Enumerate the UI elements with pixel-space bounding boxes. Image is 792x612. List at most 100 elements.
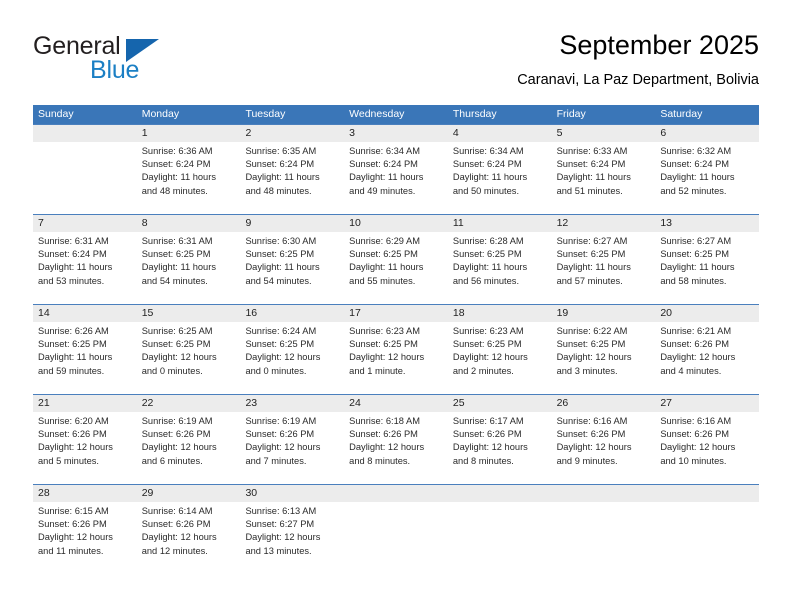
day-number[interactable] [33, 125, 137, 142]
daylight-text-line2: and 54 minutes. [141, 275, 208, 286]
day-cell[interactable]: Sunrise: 6:25 AM Sunset: 6:25 PM Dayligh… [137, 322, 241, 394]
day-number[interactable]: 21 [33, 395, 137, 412]
daylight-text-line2: and 57 minutes. [556, 275, 623, 286]
daylight-text-line1: Daylight: 11 hours [660, 172, 735, 183]
day-number[interactable] [448, 485, 552, 502]
day-cell[interactable]: Sunrise: 6:28 AM Sunset: 6:25 PM Dayligh… [448, 232, 552, 304]
day-number[interactable]: 17 [344, 305, 448, 322]
day-cell[interactable]: Sunrise: 6:17 AM Sunset: 6:26 PM Dayligh… [448, 412, 552, 484]
day-number[interactable]: 22 [137, 395, 241, 412]
sunset-text: Sunset: 6:26 PM [245, 429, 315, 440]
day-number[interactable]: 20 [655, 305, 759, 322]
day-number[interactable] [344, 485, 448, 502]
day-number[interactable]: 28 [33, 485, 137, 502]
day-cell[interactable]: Sunrise: 6:19 AM Sunset: 6:26 PM Dayligh… [137, 412, 241, 484]
day-cell[interactable]: Sunrise: 6:29 AM Sunset: 6:25 PM Dayligh… [344, 232, 448, 304]
day-number[interactable]: 30 [240, 485, 344, 502]
day-number[interactable]: 7 [33, 215, 137, 232]
sunrise-text: Sunrise: 6:23 AM [452, 326, 524, 336]
day-number[interactable]: 1 [137, 125, 241, 142]
day-cell[interactable] [655, 502, 759, 574]
daylight-text-line2: and 50 minutes. [452, 185, 520, 196]
calendar-page: General Blue September 2025 Caranavi, La… [0, 0, 792, 612]
day-number[interactable]: 8 [137, 215, 241, 232]
sunrise-text: Sunrise: 6:20 AM [38, 416, 109, 426]
day-cell[interactable]: Sunrise: 6:34 AM Sunset: 6:24 PM Dayligh… [344, 142, 448, 214]
day-number[interactable]: 13 [655, 215, 759, 232]
day-number[interactable]: 23 [240, 395, 344, 412]
day-number[interactable]: 3 [344, 125, 448, 142]
daylight-text-line2: and 4 minutes. [660, 365, 722, 376]
day-number[interactable]: 29 [137, 485, 241, 502]
sunset-text: Sunset: 6:25 PM [141, 249, 211, 260]
week-detail-row: Sunrise: 6:31 AM Sunset: 6:24 PM Dayligh… [33, 232, 759, 304]
sunrise-text: Sunrise: 6:18 AM [349, 416, 420, 426]
sunrise-text: Sunrise: 6:29 AM [349, 236, 420, 246]
day-cell[interactable] [344, 502, 448, 574]
day-number[interactable]: 12 [552, 215, 656, 232]
daylight-text-line2: and 2 minutes. [452, 365, 514, 376]
day-cell[interactable] [33, 142, 137, 214]
daylight-text-line2: and 56 minutes. [452, 275, 520, 286]
day-cell[interactable]: Sunrise: 6:32 AM Sunset: 6:24 PM Dayligh… [655, 142, 759, 214]
daylight-text-line1: Daylight: 12 hours [452, 352, 528, 363]
day-number[interactable]: 25 [448, 395, 552, 412]
day-cell[interactable]: Sunrise: 6:33 AM Sunset: 6:24 PM Dayligh… [552, 142, 656, 214]
day-cell[interactable]: Sunrise: 6:18 AM Sunset: 6:26 PM Dayligh… [344, 412, 448, 484]
day-number[interactable]: 26 [552, 395, 656, 412]
day-cell[interactable]: Sunrise: 6:14 AM Sunset: 6:26 PM Dayligh… [137, 502, 241, 574]
day-number[interactable] [655, 485, 759, 502]
day-cell[interactable]: Sunrise: 6:19 AM Sunset: 6:26 PM Dayligh… [240, 412, 344, 484]
day-cell[interactable]: Sunrise: 6:27 AM Sunset: 6:25 PM Dayligh… [552, 232, 656, 304]
page-subtitle: Caranavi, La Paz Department, Bolivia [517, 72, 759, 88]
day-number[interactable] [552, 485, 656, 502]
day-number[interactable]: 5 [552, 125, 656, 142]
day-number[interactable]: 6 [655, 125, 759, 142]
day-cell[interactable] [552, 502, 656, 574]
day-cell[interactable] [448, 502, 552, 574]
day-cell[interactable]: Sunrise: 6:36 AM Sunset: 6:24 PM Dayligh… [137, 142, 241, 214]
day-cell[interactable]: Sunrise: 6:24 AM Sunset: 6:25 PM Dayligh… [240, 322, 344, 394]
day-cell[interactable]: Sunrise: 6:20 AM Sunset: 6:26 PM Dayligh… [33, 412, 137, 484]
day-number[interactable]: 19 [552, 305, 656, 322]
generalblue-logo[interactable]: General Blue [33, 32, 213, 88]
day-cell[interactable]: Sunrise: 6:31 AM Sunset: 6:25 PM Dayligh… [137, 232, 241, 304]
day-number[interactable]: 2 [240, 125, 344, 142]
day-cell[interactable]: Sunrise: 6:23 AM Sunset: 6:25 PM Dayligh… [448, 322, 552, 394]
day-cell[interactable]: Sunrise: 6:22 AM Sunset: 6:25 PM Dayligh… [552, 322, 656, 394]
day-cell[interactable]: Sunrise: 6:34 AM Sunset: 6:24 PM Dayligh… [448, 142, 552, 214]
day-cell[interactable]: Sunrise: 6:26 AM Sunset: 6:25 PM Dayligh… [33, 322, 137, 394]
day-number[interactable]: 14 [33, 305, 137, 322]
day-number[interactable]: 24 [344, 395, 448, 412]
sunset-text: Sunset: 6:26 PM [660, 429, 730, 440]
day-number[interactable]: 27 [655, 395, 759, 412]
weekday-wednesday: Wednesday [349, 108, 405, 120]
daylight-text-line1: Daylight: 12 hours [452, 442, 528, 453]
day-cell[interactable]: Sunrise: 6:23 AM Sunset: 6:25 PM Dayligh… [344, 322, 448, 394]
day-number[interactable]: 18 [448, 305, 552, 322]
sunset-text: Sunset: 6:25 PM [556, 249, 626, 260]
day-cell[interactable]: Sunrise: 6:27 AM Sunset: 6:25 PM Dayligh… [655, 232, 759, 304]
day-cell[interactable]: Sunrise: 6:13 AM Sunset: 6:27 PM Dayligh… [240, 502, 344, 574]
weekday-sunday: Sunday [38, 108, 74, 120]
daylight-text-line1: Daylight: 11 hours [141, 172, 216, 183]
daylight-text-line2: and 51 minutes. [556, 185, 623, 196]
weekday-friday: Friday [556, 108, 586, 120]
day-cell[interactable]: Sunrise: 6:21 AM Sunset: 6:26 PM Dayligh… [655, 322, 759, 394]
day-number[interactable]: 10 [344, 215, 448, 232]
sunset-text: Sunset: 6:25 PM [660, 249, 730, 260]
day-cell[interactable]: Sunrise: 6:30 AM Sunset: 6:25 PM Dayligh… [240, 232, 344, 304]
weekday-tuesday: Tuesday [245, 108, 286, 120]
day-number[interactable]: 16 [240, 305, 344, 322]
daylight-text-line2: and 13 minutes. [245, 545, 312, 556]
day-number[interactable]: 9 [240, 215, 344, 232]
day-cell[interactable]: Sunrise: 6:15 AM Sunset: 6:26 PM Dayligh… [33, 502, 137, 574]
day-cell[interactable]: Sunrise: 6:31 AM Sunset: 6:24 PM Dayligh… [33, 232, 137, 304]
day-cell[interactable]: Sunrise: 6:35 AM Sunset: 6:24 PM Dayligh… [240, 142, 344, 214]
day-number[interactable]: 4 [448, 125, 552, 142]
day-cell[interactable]: Sunrise: 6:16 AM Sunset: 6:26 PM Dayligh… [655, 412, 759, 484]
daylight-text-line1: Daylight: 12 hours [349, 352, 425, 363]
day-number[interactable]: 15 [137, 305, 241, 322]
day-cell[interactable]: Sunrise: 6:16 AM Sunset: 6:26 PM Dayligh… [552, 412, 656, 484]
day-number[interactable]: 11 [448, 215, 552, 232]
